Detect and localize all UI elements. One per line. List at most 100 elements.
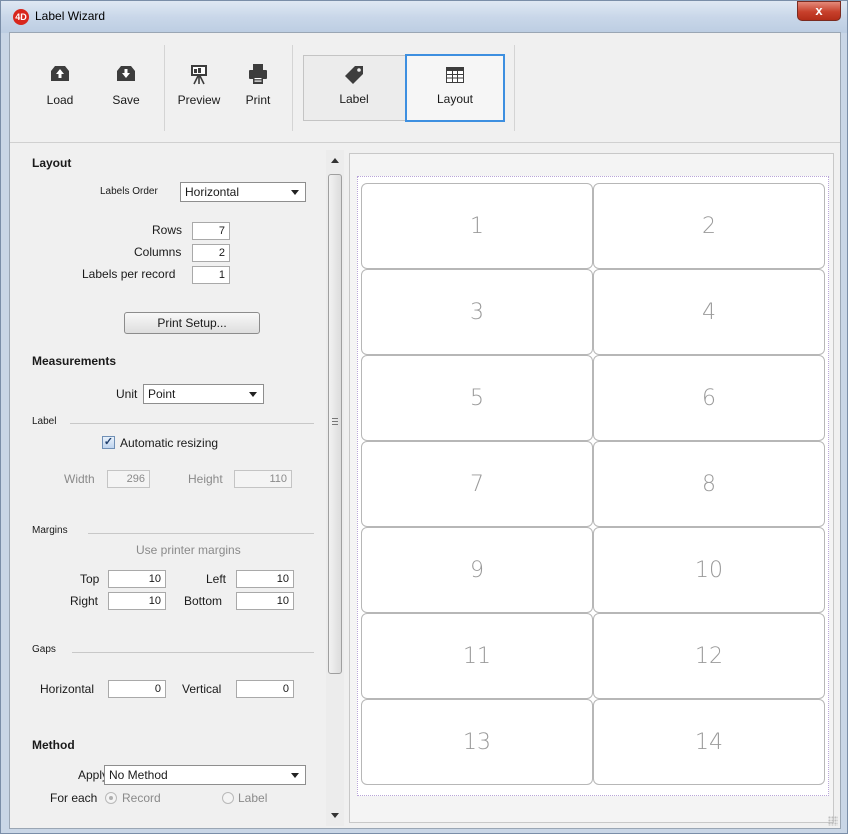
labels-order-label: Labels Order xyxy=(100,186,158,197)
toolbar-divider xyxy=(292,45,293,131)
group-divider xyxy=(72,652,314,653)
top-margin-input[interactable]: 10 xyxy=(108,570,166,588)
title-bar[interactable]: 4D Label Wizard x xyxy=(1,1,847,33)
app-logo-icon: 4D xyxy=(13,9,29,25)
method-section-title: Method xyxy=(32,738,75,752)
chevron-down-icon xyxy=(291,773,299,778)
unit-select[interactable]: Point xyxy=(143,384,264,404)
automatic-resizing-checkbox[interactable]: ✓ xyxy=(102,436,115,449)
scroll-thumb[interactable] xyxy=(328,174,342,674)
record-radio-label: Record xyxy=(122,791,161,805)
gaps-group-title: Gaps xyxy=(32,644,56,655)
height-input[interactable]: 110 xyxy=(234,470,292,488)
label-cell[interactable]: 12 xyxy=(593,613,825,699)
bottom-margin-input[interactable]: 10 xyxy=(236,592,294,610)
load-label: Load xyxy=(46,93,74,107)
left-margin-input[interactable]: 10 xyxy=(236,570,294,588)
labels-order-select[interactable]: Horizontal xyxy=(180,182,306,202)
label-cell[interactable]: 7 xyxy=(361,441,593,527)
label-cell[interactable]: 8 xyxy=(593,441,825,527)
tab-layout[interactable]: Layout xyxy=(405,54,505,122)
toolbar-divider xyxy=(164,45,165,131)
label-cell[interactable]: 5 xyxy=(361,355,593,441)
unit-value: Point xyxy=(148,387,176,401)
rows-input[interactable]: 7 xyxy=(192,222,230,240)
right-margin-label: Right xyxy=(70,594,99,608)
tab-label[interactable]: Label xyxy=(304,56,404,120)
settings-scrollbar[interactable] xyxy=(326,150,344,826)
label-cell[interactable]: 11 xyxy=(361,613,593,699)
scroll-down-arrow-icon[interactable] xyxy=(331,813,339,818)
vertical-gap-input[interactable]: 0 xyxy=(236,680,294,698)
preview-label: Preview xyxy=(177,93,221,107)
label-radio-label: Label xyxy=(238,791,268,805)
label-cell[interactable]: 6 xyxy=(593,355,825,441)
preview-button[interactable]: Preview xyxy=(174,45,224,131)
record-radio[interactable] xyxy=(105,792,117,804)
window-client-area: Load Save Preview Print Label Layout Lay… xyxy=(9,32,841,829)
label-cell[interactable]: 2 xyxy=(593,183,825,269)
width-label: Width xyxy=(64,472,95,486)
save-label: Save xyxy=(112,93,140,107)
chevron-down-icon xyxy=(291,190,299,195)
for-each-label: For each xyxy=(50,791,98,805)
presentation-icon xyxy=(191,65,207,85)
labels-order-value: Horizontal xyxy=(185,185,240,199)
vertical-gap-label: Vertical xyxy=(182,682,222,696)
group-divider xyxy=(88,533,314,534)
width-input[interactable]: 296 xyxy=(107,470,150,488)
window-title: Label Wizard xyxy=(35,9,106,23)
load-button[interactable]: Load xyxy=(40,45,80,131)
save-button[interactable]: Save xyxy=(106,45,146,131)
group-divider xyxy=(70,423,314,424)
columns-input[interactable]: 2 xyxy=(192,244,230,262)
label-cell[interactable]: 3 xyxy=(361,269,593,355)
print-label: Print xyxy=(245,93,271,107)
columns-label: Columns xyxy=(134,245,182,259)
label-cell[interactable]: 13 xyxy=(361,699,593,785)
label-cell[interactable]: 9 xyxy=(361,527,593,613)
apply-method-select[interactable]: No Method xyxy=(104,765,306,785)
grip-icon xyxy=(332,418,338,419)
label-cell[interactable]: 1 xyxy=(361,183,593,269)
print-setup-button[interactable]: Print Setup... xyxy=(124,312,260,334)
scroll-up-arrow-icon[interactable] xyxy=(331,158,339,163)
chevron-down-icon xyxy=(249,392,257,397)
label-radio[interactable] xyxy=(222,792,234,804)
save-icon xyxy=(117,66,135,81)
layout-section-title: Layout xyxy=(32,156,72,170)
horizontal-gap-label: Horizontal xyxy=(40,682,95,696)
labels-per-record-input[interactable]: 1 xyxy=(192,266,230,284)
mode-tabs: Label Layout xyxy=(303,54,505,122)
label-cell[interactable]: 14 xyxy=(593,699,825,785)
print-button[interactable]: Print xyxy=(238,45,278,131)
load-icon xyxy=(51,66,69,81)
labels-per-record-label: Labels per record xyxy=(82,267,176,281)
margins-group-title: Margins xyxy=(32,525,68,536)
toolbar-divider xyxy=(514,45,515,131)
automatic-resizing-label: Automatic resizing xyxy=(120,436,219,450)
toolbar: Load Save Preview Print Label Layout xyxy=(10,33,840,143)
tab-layout-text: Layout xyxy=(436,92,474,106)
grid-icon xyxy=(446,67,464,83)
apply-method-value: No Method xyxy=(109,768,168,782)
top-margin-label: Top xyxy=(80,572,100,586)
height-label: Height xyxy=(188,472,223,486)
resize-grip-icon[interactable] xyxy=(828,816,838,826)
rows-label: Rows xyxy=(152,223,183,237)
label-cell[interactable]: 4 xyxy=(593,269,825,355)
bottom-margin-label: Bottom xyxy=(184,594,223,608)
left-margin-label: Left xyxy=(206,572,227,586)
use-printer-margins-label: Use printer margins xyxy=(136,543,241,557)
right-margin-input[interactable]: 10 xyxy=(108,592,166,610)
tab-label-text: Label xyxy=(339,92,369,106)
measurements-section-title: Measurements xyxy=(32,354,117,368)
layout-preview: 1 2 3 4 5 6 7 8 9 10 11 12 13 14 xyxy=(349,153,834,823)
close-button[interactable]: x xyxy=(797,1,841,21)
label-sheet: 1 2 3 4 5 6 7 8 9 10 11 12 13 14 xyxy=(357,176,829,796)
unit-label: Unit xyxy=(116,387,138,401)
horizontal-gap-input[interactable]: 0 xyxy=(108,680,166,698)
settings-panel: Layout Labels Order Horizontal Rows 7 Co… xyxy=(10,144,320,828)
label-cell[interactable]: 10 xyxy=(593,527,825,613)
label-wizard-window: 4D Label Wizard x Load Save Preview Prin… xyxy=(0,0,848,834)
